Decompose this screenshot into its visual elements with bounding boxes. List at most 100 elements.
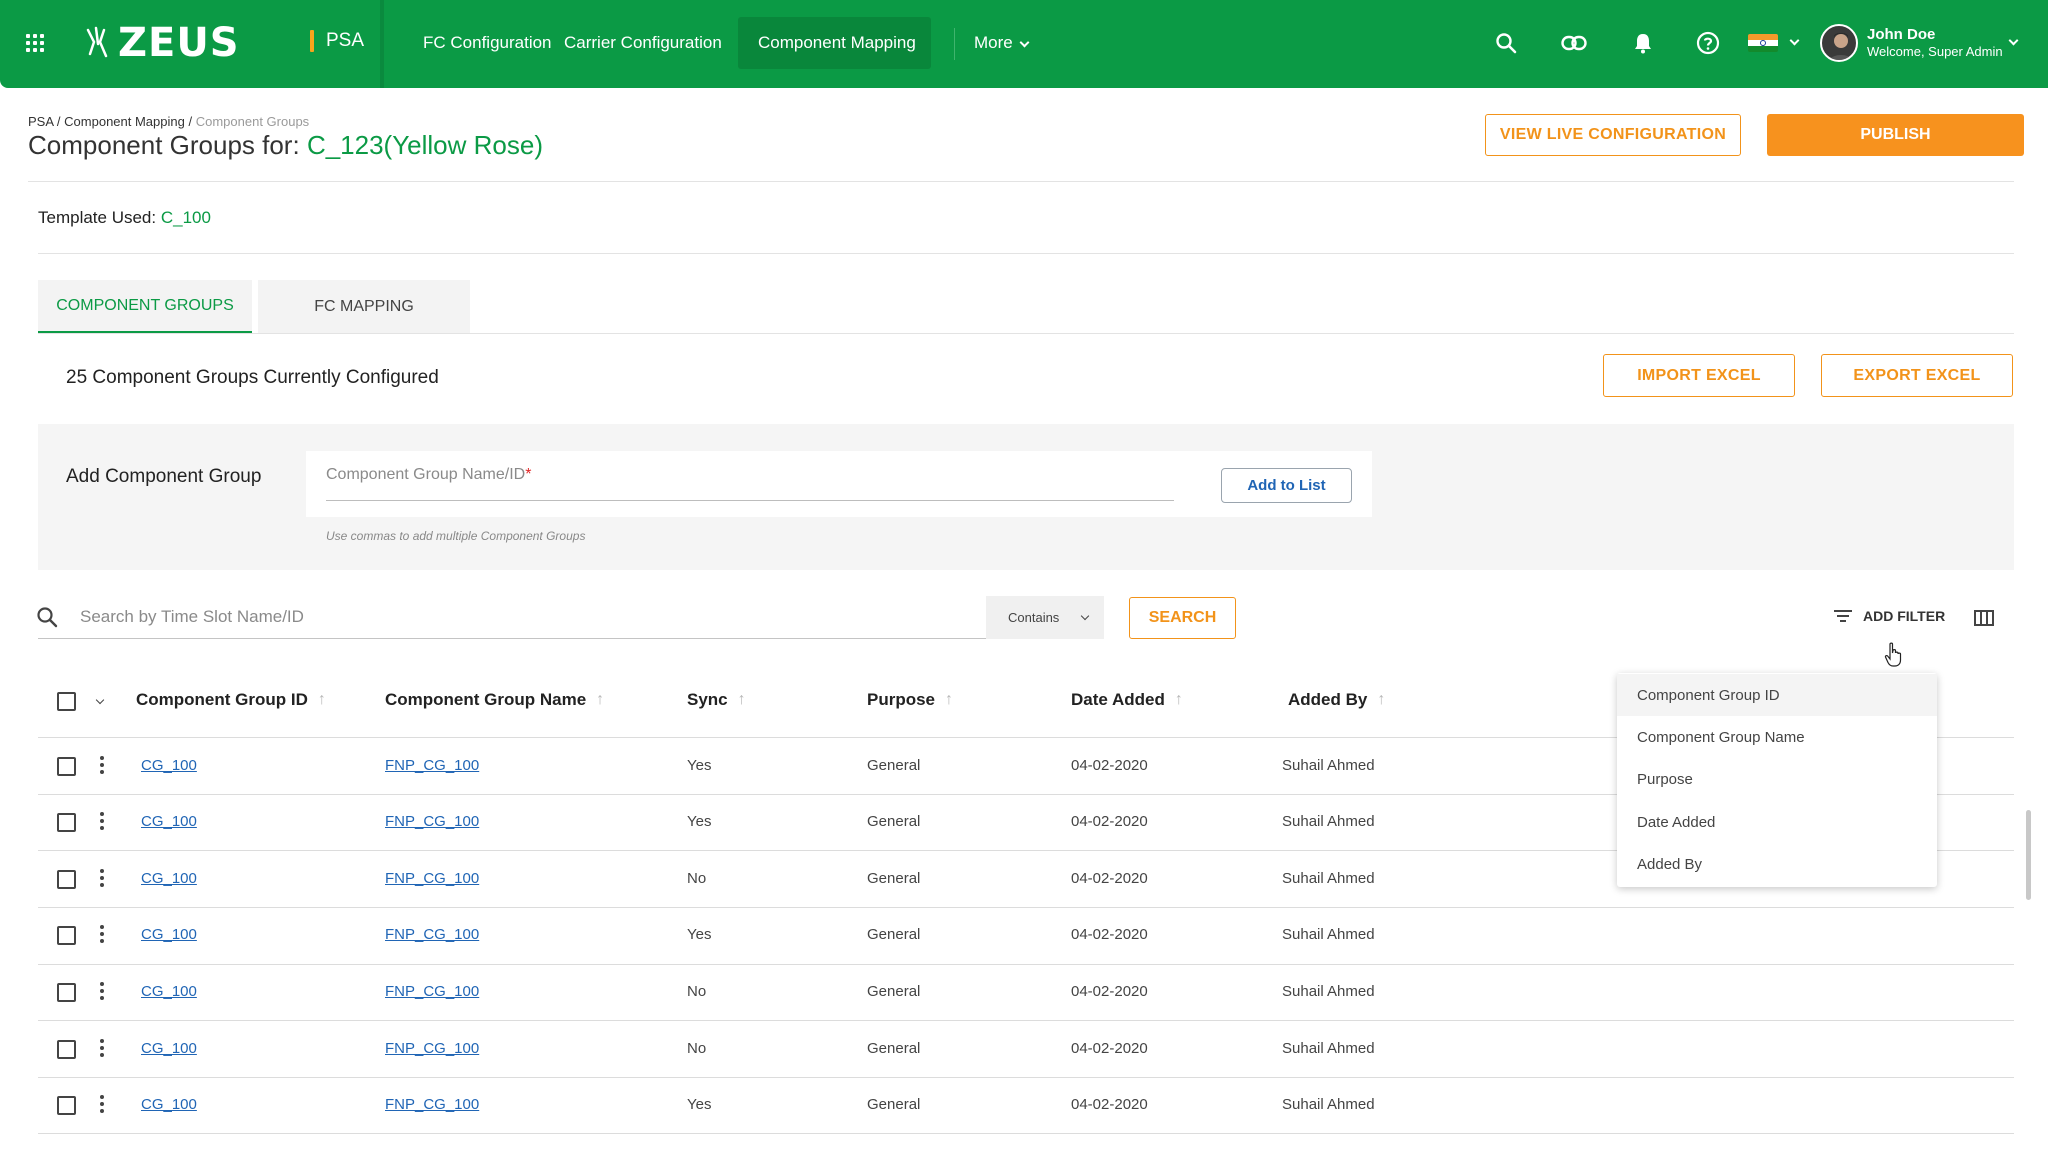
search-underline — [38, 638, 1104, 639]
column-header-label: Purpose — [867, 690, 936, 709]
template-used: Template Used: C_100 — [38, 208, 211, 228]
nav-more[interactable]: More — [974, 33, 1030, 53]
search-icon[interactable] — [1493, 30, 1519, 56]
add-filter-button[interactable]: ADD FILTER — [1833, 608, 1945, 624]
row-more-menu-icon[interactable] — [100, 1095, 104, 1116]
row-group-name[interactable]: FNP_CG_100 — [385, 1040, 479, 1057]
sort-arrow-icon[interactable]: ↑ — [318, 691, 326, 709]
view-live-configuration-button[interactable]: VIEW LIVE CONFIGURATION — [1485, 114, 1741, 156]
notification-bell-icon[interactable] — [1630, 30, 1656, 56]
column-header-date-added[interactable]: Date Added ↑ — [1071, 690, 1183, 710]
row-group-id[interactable]: CG_100 — [141, 926, 197, 943]
module-switcher[interactable]: PSA — [310, 30, 364, 52]
sort-arrow-icon[interactable]: ↑ — [945, 691, 953, 709]
language-chevron-down-icon[interactable] — [1789, 35, 1800, 46]
component-group-input[interactable]: Component Group Name/ID* — [326, 466, 531, 484]
row-group-name[interactable]: FNP_CG_100 — [385, 1096, 479, 1113]
row-group-name[interactable]: FNP_CG_100 — [385, 813, 479, 830]
nav-component-mapping[interactable]: Component Mapping — [758, 33, 916, 53]
component-group-count: 25 Component Groups Currently Configured — [66, 367, 439, 388]
row-checkbox[interactable] — [57, 926, 76, 945]
column-header-label: Sync — [687, 690, 728, 709]
row-more-menu-icon[interactable] — [100, 812, 104, 833]
user-avatar[interactable] — [1820, 24, 1858, 62]
row-group-name[interactable]: FNP_CG_100 — [385, 870, 479, 887]
row-group-id[interactable]: CG_100 — [141, 870, 197, 887]
filter-option-group-name[interactable]: Component Group Name — [1617, 716, 1937, 758]
sort-arrow-icon[interactable]: ↑ — [596, 691, 604, 709]
select-all-checkbox[interactable] — [57, 692, 76, 711]
row-group-name[interactable]: FNP_CG_100 — [385, 757, 479, 774]
row-more-menu-icon[interactable] — [100, 756, 104, 777]
vertical-scrollbar[interactable] — [2026, 810, 2031, 900]
row-checkbox[interactable] — [57, 1040, 76, 1059]
search-input[interactable]: Search by Time Slot Name/ID — [80, 607, 304, 627]
column-header-label: Date Added — [1071, 690, 1165, 709]
sort-arrow-icon[interactable]: ↑ — [738, 691, 746, 709]
row-date-added: 04-02-2020 — [1071, 813, 1148, 830]
filter-option-date-added[interactable]: Date Added — [1617, 801, 1937, 843]
row-sync: Yes — [687, 926, 712, 943]
import-excel-button[interactable]: IMPORT EXCEL — [1603, 354, 1795, 397]
india-flag-icon[interactable] — [1748, 34, 1778, 52]
apps-grid-icon[interactable] — [26, 34, 44, 52]
row-added-by: Suhail Ahmed — [1282, 926, 1375, 943]
breadcrumb-psa[interactable]: PSA / — [28, 114, 61, 129]
row-sync: No — [687, 1040, 707, 1057]
row-group-id[interactable]: CG_100 — [141, 1096, 197, 1113]
match-operator-select[interactable]: Contains — [986, 596, 1104, 639]
column-header-group-name[interactable]: Component Group Name ↑ — [385, 690, 604, 710]
breadcrumb: PSA / Component Mapping / Component Grou… — [28, 114, 309, 129]
row-group-id[interactable]: CG_100 — [141, 757, 197, 774]
column-header-group-id[interactable]: Component Group ID ↑ — [136, 690, 326, 710]
sort-arrow-icon[interactable]: ↑ — [1377, 691, 1385, 709]
chevron-down-icon — [1019, 37, 1030, 48]
row-group-name[interactable]: FNP_CG_100 — [385, 926, 479, 943]
add-to-list-button[interactable]: Add to List — [1221, 468, 1352, 503]
row-group-id[interactable]: CG_100 — [141, 1040, 197, 1057]
row-checkbox[interactable] — [57, 1096, 76, 1115]
row-date-added: 04-02-2020 — [1071, 1040, 1148, 1057]
row-more-menu-icon[interactable] — [100, 925, 104, 946]
help-icon[interactable] — [1695, 30, 1721, 56]
publish-button[interactable]: PUBLISH — [1767, 114, 2024, 156]
row-purpose: General — [867, 1096, 921, 1113]
column-header-sync[interactable]: Sync ↑ — [687, 690, 746, 710]
row-group-id[interactable]: CG_100 — [141, 983, 197, 1000]
input-underline — [326, 500, 1174, 501]
row-more-menu-icon[interactable] — [100, 869, 104, 890]
nav-fc-configuration[interactable]: FC Configuration — [423, 33, 552, 53]
row-checkbox[interactable] — [57, 813, 76, 832]
filter-option-added-by[interactable]: Added By — [1617, 843, 1937, 885]
page-title: Component Groups for: C_123(Yellow Rose) — [28, 130, 543, 161]
column-header-purpose[interactable]: Purpose ↑ — [867, 690, 953, 710]
columns-icon[interactable] — [1974, 610, 1994, 631]
export-excel-button[interactable]: EXPORT EXCEL — [1821, 354, 2013, 397]
row-divider — [38, 907, 2014, 908]
row-purpose: General — [867, 926, 921, 943]
sort-arrow-icon[interactable]: ↑ — [1175, 691, 1183, 709]
row-group-id[interactable]: CG_100 — [141, 813, 197, 830]
breadcrumb-component-mapping[interactable]: Component Mapping — [64, 114, 185, 129]
row-checkbox[interactable] — [57, 757, 76, 776]
select-options-chevron-icon[interactable] — [95, 695, 105, 705]
user-menu-chevron-icon[interactable] — [2008, 35, 2019, 46]
filter-option-purpose[interactable]: Purpose — [1617, 758, 1937, 800]
filter-icon — [1834, 610, 1852, 622]
row-group-name[interactable]: FNP_CG_100 — [385, 983, 479, 1000]
row-checkbox[interactable] — [57, 870, 76, 889]
search-button[interactable]: SEARCH — [1129, 597, 1236, 639]
column-header-added-by[interactable]: Added By ↑ — [1288, 690, 1385, 710]
tab-fc-mapping[interactable]: FC MAPPING — [258, 280, 470, 334]
row-sync: Yes — [687, 813, 712, 830]
row-more-menu-icon[interactable] — [100, 982, 104, 1003]
row-more-menu-icon[interactable] — [100, 1039, 104, 1060]
filter-option-group-id[interactable]: Component Group ID — [1617, 674, 1937, 716]
row-checkbox[interactable] — [57, 983, 76, 1002]
add-component-group-label: Add Component Group — [66, 466, 262, 487]
zeus-logo[interactable]: ZEUS — [84, 18, 240, 68]
nav-carrier-configuration[interactable]: Carrier Configuration — [564, 33, 722, 53]
user-name[interactable]: John Doe — [1867, 26, 1935, 43]
tab-component-groups[interactable]: COMPONENT GROUPS — [38, 280, 252, 334]
link-icon[interactable] — [1561, 30, 1587, 56]
